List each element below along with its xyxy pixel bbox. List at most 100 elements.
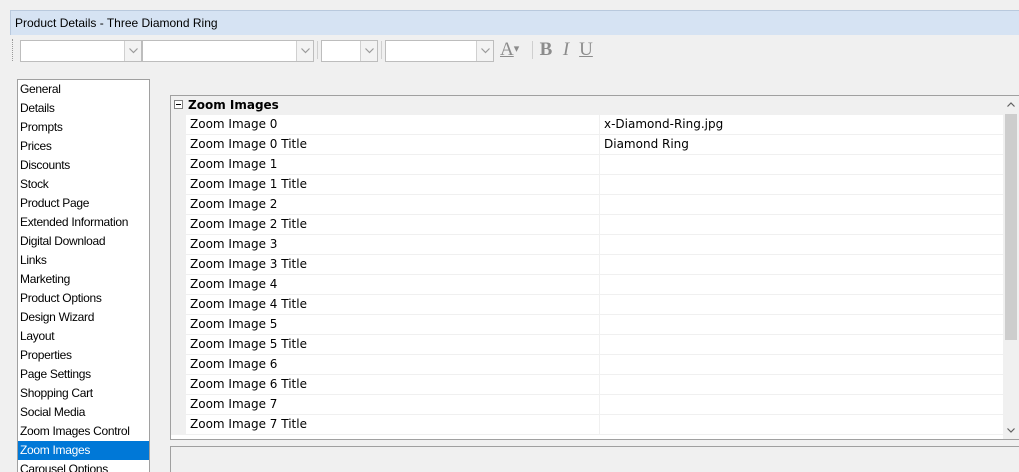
font-color-button[interactable]: A▾	[500, 39, 528, 61]
section-item-product-page[interactable]: Product Page	[18, 194, 149, 213]
text-color-combo[interactable]	[385, 40, 494, 62]
property-row[interactable]: Zoom Image 5	[171, 315, 1004, 335]
property-name[interactable]: Zoom Image 2 Title	[186, 215, 599, 235]
formatting-toolbar: A▾ B I U	[10, 35, 1019, 65]
text-color-dropdown-button[interactable]	[476, 41, 493, 61]
font-style-combo[interactable]	[142, 40, 314, 62]
property-value[interactable]	[599, 315, 1004, 335]
font-size-combo[interactable]	[321, 40, 378, 62]
section-item-links[interactable]: Links	[18, 251, 149, 270]
section-item-marketing[interactable]: Marketing	[18, 270, 149, 289]
property-row[interactable]: Zoom Image 0 Title Diamond Ring	[171, 135, 1004, 155]
category-header[interactable]: Zoom Images	[171, 96, 1004, 115]
property-value[interactable]	[599, 415, 1004, 435]
property-name[interactable]: Zoom Image 7 Title	[186, 415, 599, 435]
property-row[interactable]: Zoom Image 7 Title	[171, 415, 1004, 435]
toolbar-separator	[532, 41, 533, 59]
section-item-product-options[interactable]: Product Options	[18, 289, 149, 308]
property-row[interactable]: Zoom Image 1 Title	[171, 175, 1004, 195]
bold-button[interactable]: B	[536, 39, 556, 61]
property-name[interactable]: Zoom Image 6 Title	[186, 375, 599, 395]
property-name[interactable]: Zoom Image 4 Title	[186, 295, 599, 315]
property-row[interactable]: Zoom Image 4	[171, 275, 1004, 295]
property-row[interactable]: Zoom Image 7	[171, 395, 1004, 415]
scroll-up-button[interactable]	[1003, 96, 1019, 113]
section-item-general[interactable]: General	[18, 80, 149, 99]
underline-icon: U	[579, 39, 593, 60]
scroll-down-button[interactable]	[1003, 422, 1019, 439]
property-value[interactable]	[599, 215, 1004, 235]
property-value[interactable]	[599, 335, 1004, 355]
property-row[interactable]: Zoom Image 4 Title	[171, 295, 1004, 315]
property-value[interactable]	[599, 395, 1004, 415]
section-list[interactable]: General Details Prompts Prices Discounts…	[17, 79, 150, 472]
section-item-zoom-images-control[interactable]: Zoom Images Control	[18, 422, 149, 441]
section-item-prompts[interactable]: Prompts	[18, 118, 149, 137]
property-value[interactable]	[599, 355, 1004, 375]
section-item-digital-download[interactable]: Digital Download	[18, 232, 149, 251]
section-item-details[interactable]: Details	[18, 99, 149, 118]
section-item-layout[interactable]: Layout	[18, 327, 149, 346]
property-value[interactable]	[599, 155, 1004, 175]
property-row[interactable]: Zoom Image 3	[171, 235, 1004, 255]
underline-button[interactable]: U	[576, 39, 596, 61]
property-row[interactable]: Zoom Image 2	[171, 195, 1004, 215]
font-size-dropdown-button[interactable]	[360, 41, 377, 61]
section-item-shopping-cart[interactable]: Shopping Cart	[18, 384, 149, 403]
collapse-icon[interactable]	[174, 100, 183, 109]
property-name[interactable]: Zoom Image 6	[186, 355, 599, 375]
section-item-prices[interactable]: Prices	[18, 137, 149, 156]
font-color-dropdown-icon: ▾	[513, 43, 520, 55]
section-item-properties[interactable]: Properties	[18, 346, 149, 365]
property-name[interactable]: Zoom Image 4	[186, 275, 599, 295]
property-value[interactable]	[599, 195, 1004, 215]
property-name[interactable]: Zoom Image 1	[186, 155, 599, 175]
description-pane	[170, 446, 1019, 472]
section-item-social-media[interactable]: Social Media	[18, 403, 149, 422]
property-value[interactable]	[599, 375, 1004, 395]
property-row[interactable]: Zoom Image 0 x-Diamond-Ring.jpg	[171, 115, 1004, 135]
property-value[interactable]	[599, 275, 1004, 295]
property-row[interactable]: Zoom Image 3 Title	[171, 255, 1004, 275]
property-row[interactable]: Zoom Image 6 Title	[171, 375, 1004, 395]
property-name[interactable]: Zoom Image 5	[186, 315, 599, 335]
property-name[interactable]: Zoom Image 5 Title	[186, 335, 599, 355]
property-row[interactable]: Zoom Image 5 Title	[171, 335, 1004, 355]
property-name[interactable]: Zoom Image 0	[186, 115, 599, 135]
category-title: Zoom Images	[188, 98, 279, 112]
property-name[interactable]: Zoom Image 0 Title	[186, 135, 599, 155]
property-row[interactable]: Zoom Image 2 Title	[171, 215, 1004, 235]
property-row[interactable]: Zoom Image 1	[171, 155, 1004, 175]
scrollbar-thumb[interactable]	[1005, 114, 1017, 340]
property-value[interactable]: x-Diamond-Ring.jpg	[599, 115, 1004, 135]
toolbar-separator	[381, 41, 382, 59]
toolbar-separator	[317, 41, 318, 59]
property-name[interactable]: Zoom Image 3	[186, 235, 599, 255]
property-grid[interactable]: Zoom Images Zoom Image 0 x-Diamond-Ring.…	[170, 95, 1019, 440]
section-item-page-settings[interactable]: Page Settings	[18, 365, 149, 384]
section-item-carousel-options[interactable]: Carousel Options	[18, 460, 149, 472]
italic-button[interactable]: I	[556, 39, 576, 61]
toolbar-grip[interactable]	[12, 39, 15, 61]
font-name-dropdown-button[interactable]	[124, 41, 141, 61]
section-item-zoom-images[interactable]: Zoom Images	[18, 441, 149, 460]
section-item-design-wizard[interactable]: Design Wizard	[18, 308, 149, 327]
property-name[interactable]: Zoom Image 3 Title	[186, 255, 599, 275]
property-name[interactable]: Zoom Image 2	[186, 195, 599, 215]
property-name[interactable]: Zoom Image 7	[186, 395, 599, 415]
section-item-discounts[interactable]: Discounts	[18, 156, 149, 175]
section-item-extended-information[interactable]: Extended Information	[18, 213, 149, 232]
property-value[interactable]	[599, 255, 1004, 275]
property-name[interactable]: Zoom Image 1 Title	[186, 175, 599, 195]
section-item-stock[interactable]: Stock	[18, 175, 149, 194]
property-value[interactable]	[599, 295, 1004, 315]
font-style-dropdown-button[interactable]	[296, 41, 313, 61]
property-value[interactable]: Diamond Ring	[599, 135, 1004, 155]
window-title: Product Details - Three Diamond Ring	[15, 16, 218, 30]
font-color-icon: A	[500, 39, 514, 60]
property-value[interactable]	[599, 235, 1004, 255]
property-row[interactable]: Zoom Image 6	[171, 355, 1004, 375]
property-value[interactable]	[599, 175, 1004, 195]
vertical-scrollbar[interactable]	[1003, 96, 1019, 439]
font-name-combo[interactable]	[20, 40, 142, 62]
